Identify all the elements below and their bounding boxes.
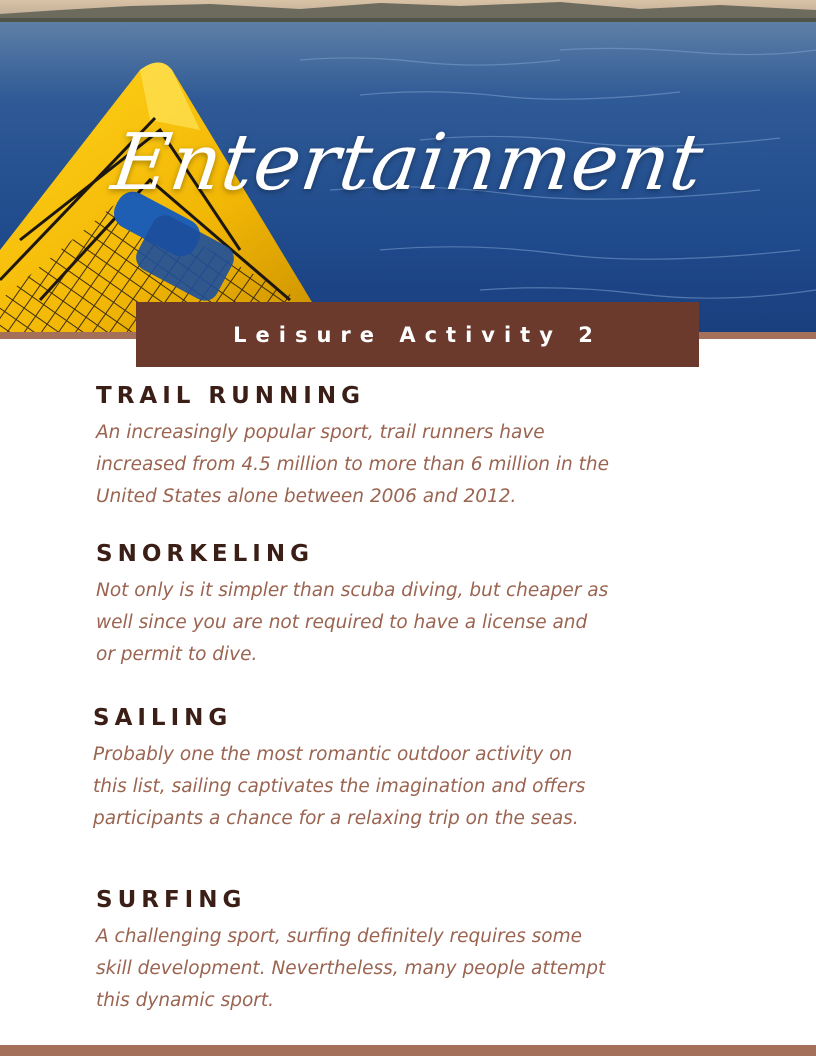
body-line: this dynamic sport. — [96, 990, 275, 1011]
subtitle-banner: Leisure Activity 2 — [136, 302, 699, 367]
section-trail-running: TRAIL RUNNING An increasingly popular sp… — [96, 383, 609, 513]
section-sailing: SAILING Probably one the most romantic o… — [93, 705, 585, 835]
body-line: well since you are not required to have … — [96, 612, 588, 633]
section-body: A challenging sport, surfing definitely … — [96, 921, 605, 1017]
section-body: Not only is it simpler than scuba diving… — [96, 575, 608, 671]
section-snorkeling: SNORKELING Not only is it simpler than s… — [96, 541, 608, 671]
body-line: Probably one the most romantic outdoor a… — [93, 744, 573, 765]
body-line: increased from 4.5 million to more than … — [96, 454, 609, 475]
page-title: Entertainment — [106, 118, 710, 208]
body-line: An increasingly popular sport, trail run… — [96, 422, 545, 443]
subtitle-label: Leisure Activity 2 — [233, 322, 602, 347]
section-heading: SAILING — [93, 705, 233, 731]
section-heading: TRAIL RUNNING — [96, 383, 365, 409]
body-line: participants a chance for a relaxing tri… — [93, 808, 579, 829]
body-line: skill development. Nevertheless, many pe… — [96, 958, 606, 979]
section-body: An increasingly popular sport, trail run… — [96, 417, 609, 513]
hero-photo: Entertainment — [0, 0, 816, 332]
body-line: United States alone between 2006 and 201… — [96, 486, 517, 507]
body-line: Not only is it simpler than scuba diving… — [96, 580, 609, 601]
section-surfing: SURFING A challenging sport, surfing def… — [96, 887, 605, 1017]
section-heading: SNORKELING — [96, 541, 314, 567]
body-line: A challenging sport, surfing definitely … — [96, 926, 582, 947]
footer-accent-strip — [0, 1045, 816, 1056]
body-line: or permit to dive. — [96, 644, 258, 665]
body-line: this list, sailing captivates the imagin… — [93, 776, 586, 797]
section-heading: SURFING — [96, 887, 247, 913]
section-body: Probably one the most romantic outdoor a… — [93, 739, 585, 835]
